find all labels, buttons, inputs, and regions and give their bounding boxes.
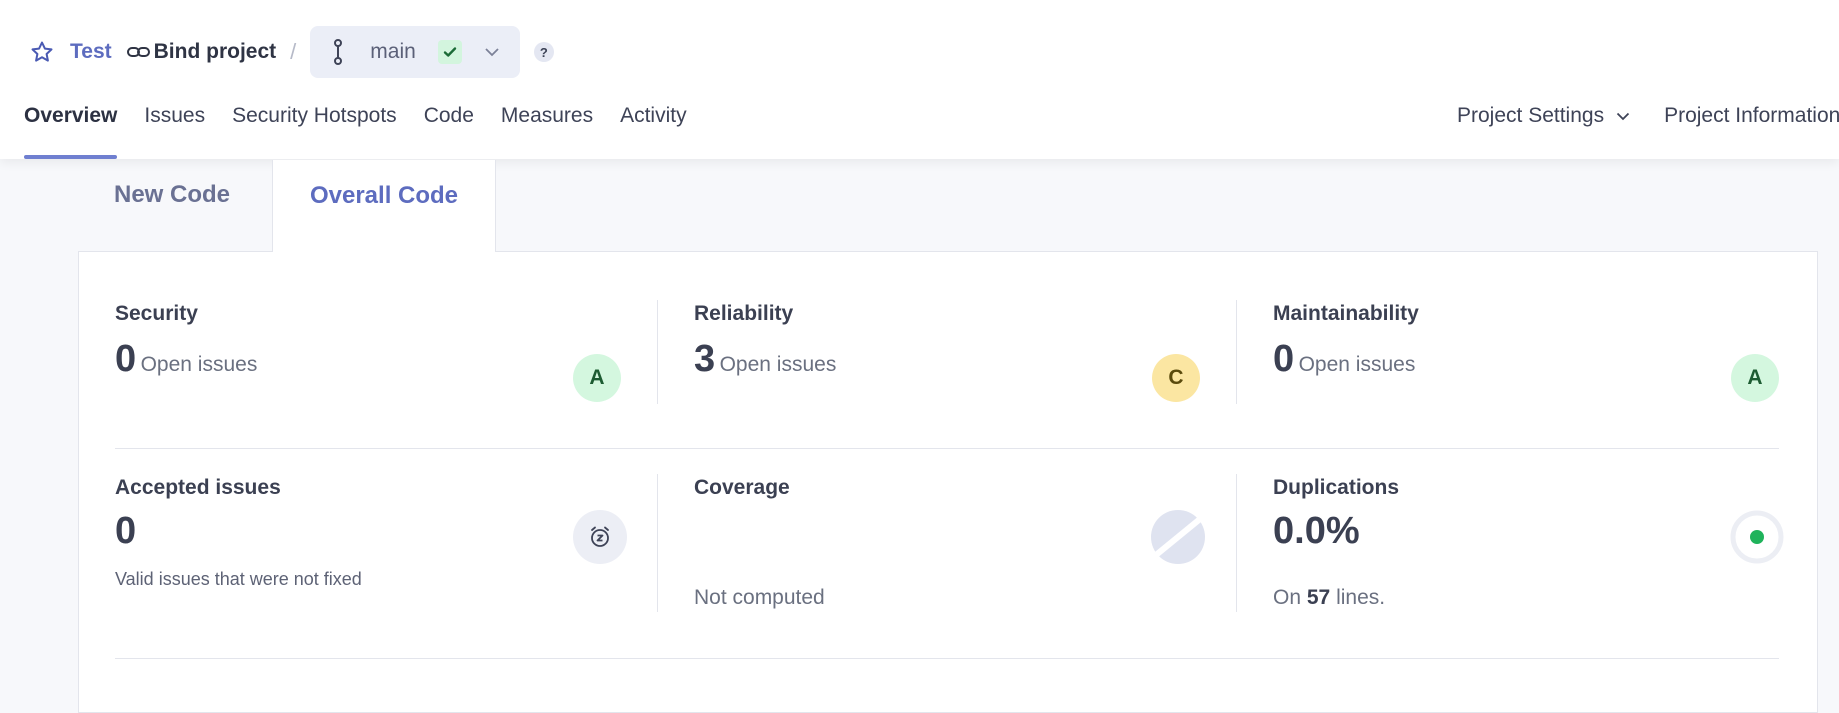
card-title: Reliability <box>694 302 794 325</box>
top-header: Test Bind project / main ? Overview Issu… <box>0 0 1839 159</box>
tab-measures[interactable]: Measures <box>501 104 593 159</box>
accepted-issues-count[interactable]: 0 <box>115 510 621 553</box>
security-card[interactable]: Security 0 Open issues A <box>115 302 621 412</box>
card-title: Security <box>115 302 198 325</box>
measures-panel: Security 0 Open issues A Reliability 3 O… <box>78 251 1818 713</box>
quality-gate-passed-badge <box>437 40 462 64</box>
divider <box>115 658 1779 659</box>
duplications-lines: On 57 lines. <box>1273 586 1385 610</box>
divider <box>1236 474 1237 612</box>
tab-activity[interactable]: Activity <box>620 104 687 159</box>
card-title: Accepted issues <box>115 476 281 499</box>
project-menus: Project Settings Project Information <box>1457 104 1839 128</box>
branch-icon <box>334 39 343 65</box>
tab-overall-code[interactable]: Overall Code <box>272 160 496 252</box>
reliability-rating-badge[interactable]: C <box>1152 354 1200 402</box>
lines-count[interactable]: 57 <box>1307 586 1330 609</box>
maintainability-rating-badge[interactable]: A <box>1731 354 1779 402</box>
project-link[interactable]: Test <box>70 40 112 64</box>
maintainability-card[interactable]: Maintainability 0 Open issues A <box>1273 302 1779 412</box>
project-settings-menu[interactable]: Project Settings <box>1457 104 1630 128</box>
duplications-indicator-icon <box>1730 510 1784 564</box>
duplications-card[interactable]: Duplications 0.0% On 57 lines. <box>1273 476 1784 616</box>
issue-label: Open issues <box>140 353 258 376</box>
chevron-down-icon <box>485 48 499 57</box>
main-nav: Overview Issues Security Hotspots Code M… <box>24 104 714 159</box>
reliability-card[interactable]: Reliability 3 Open issues C <box>694 302 1200 412</box>
card-title: Coverage <box>694 476 790 499</box>
coverage-card[interactable]: Coverage Not computed <box>694 476 1205 616</box>
issue-count[interactable]: 0 <box>1273 338 1294 380</box>
divider <box>657 300 658 404</box>
divider <box>115 448 1779 449</box>
link-icon <box>126 47 150 57</box>
tab-issues[interactable]: Issues <box>144 104 205 159</box>
check-icon <box>443 47 456 57</box>
tab-overall-code-label: Overall Code <box>309 182 459 209</box>
bind-project-link[interactable]: Bind project <box>154 40 277 64</box>
issue-count[interactable]: 3 <box>694 338 715 380</box>
issue-label: Open issues <box>1298 353 1416 376</box>
accepted-issues-description: Valid issues that were not fixed <box>115 569 362 589</box>
star-icon[interactable] <box>30 40 54 64</box>
issue-count[interactable]: 0 <box>115 338 136 380</box>
chevron-down-icon <box>1616 112 1630 121</box>
card-title: Maintainability <box>1273 302 1419 325</box>
project-settings-label: Project Settings <box>1457 104 1605 127</box>
issue-label: Open issues <box>719 353 837 376</box>
coverage-status: Not computed <box>694 586 825 609</box>
divider <box>657 474 658 612</box>
tab-security-hotspots[interactable]: Security Hotspots <box>232 104 397 159</box>
branch-name: main <box>370 40 416 63</box>
project-information-link[interactable]: Project Information <box>1664 104 1839 128</box>
tab-new-code[interactable]: New Code <box>114 181 230 209</box>
tab-overview[interactable]: Overview <box>24 104 118 159</box>
tab-code[interactable]: Code <box>424 104 474 159</box>
lines-suffix: lines. <box>1336 586 1386 609</box>
breadcrumb-separator: / <box>290 39 297 64</box>
branch-selector[interactable]: main <box>310 26 520 78</box>
security-rating-badge[interactable]: A <box>573 354 621 402</box>
duplications-percent[interactable]: 0.0% <box>1273 510 1779 553</box>
help-icon[interactable]: ? <box>533 42 554 62</box>
accepted-issues-card[interactable]: Accepted issues 0 Valid issues that were… <box>115 476 627 616</box>
coverage-donut-icon <box>1151 510 1205 564</box>
card-title: Duplications <box>1273 476 1400 499</box>
divider <box>1236 300 1237 404</box>
breadcrumb: Test Bind project / main ? <box>30 26 554 78</box>
lines-prefix: On <box>1273 586 1302 609</box>
alarm-snooze-icon <box>573 510 627 564</box>
